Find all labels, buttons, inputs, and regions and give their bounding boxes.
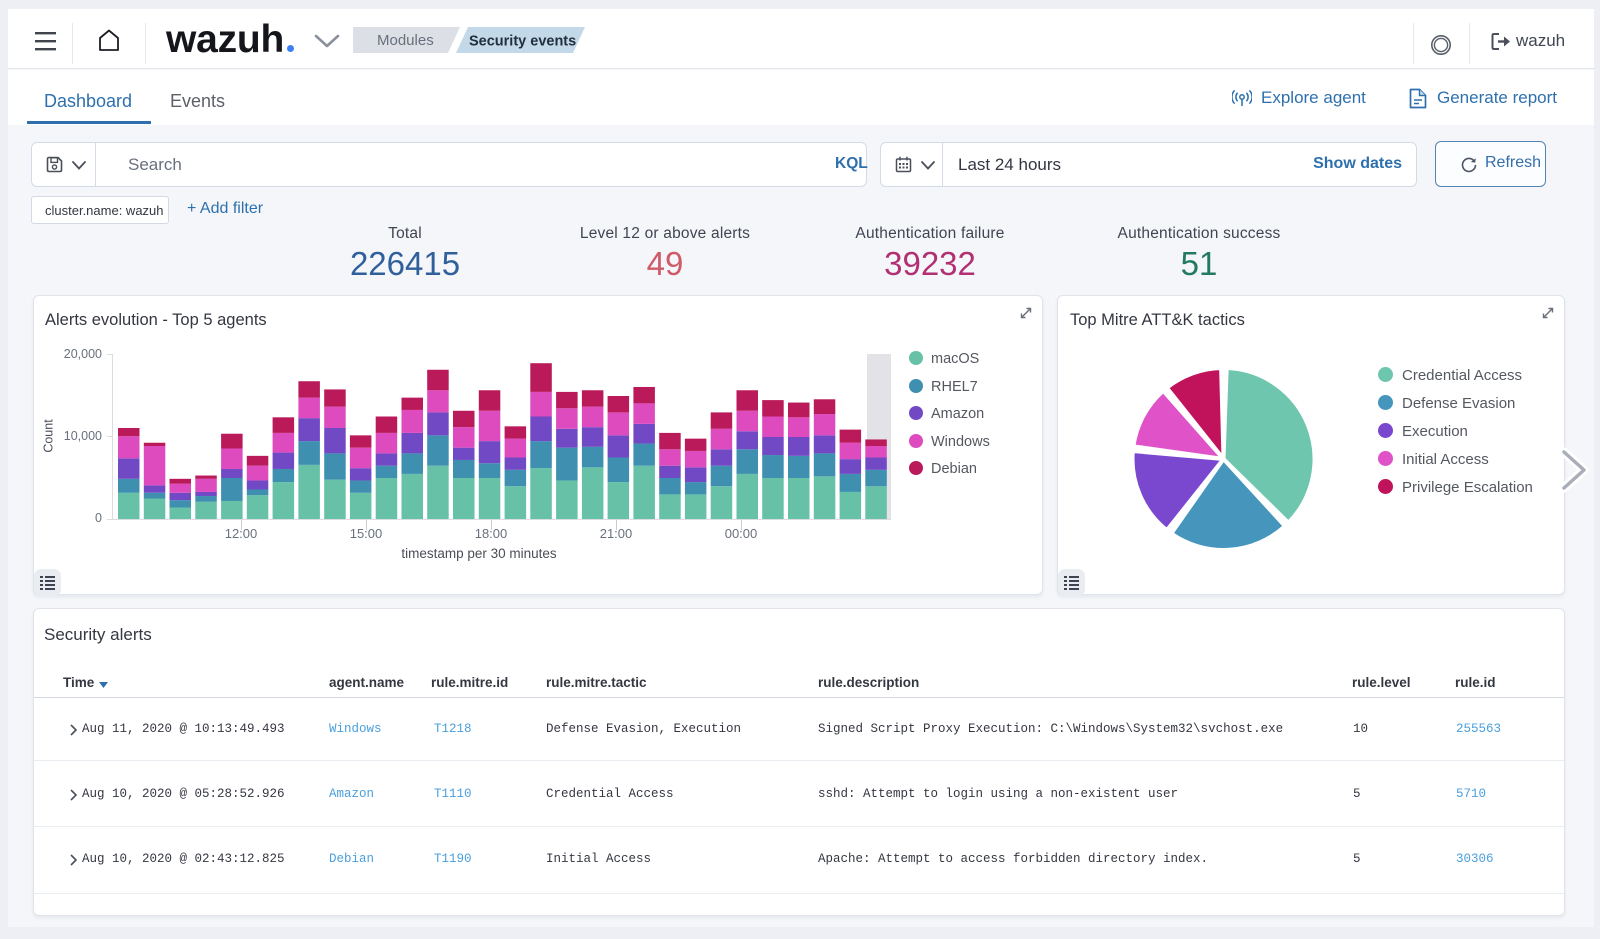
svg-text:Security events: Security events: [469, 34, 576, 50]
svg-text:Modules: Modules: [377, 32, 434, 49]
